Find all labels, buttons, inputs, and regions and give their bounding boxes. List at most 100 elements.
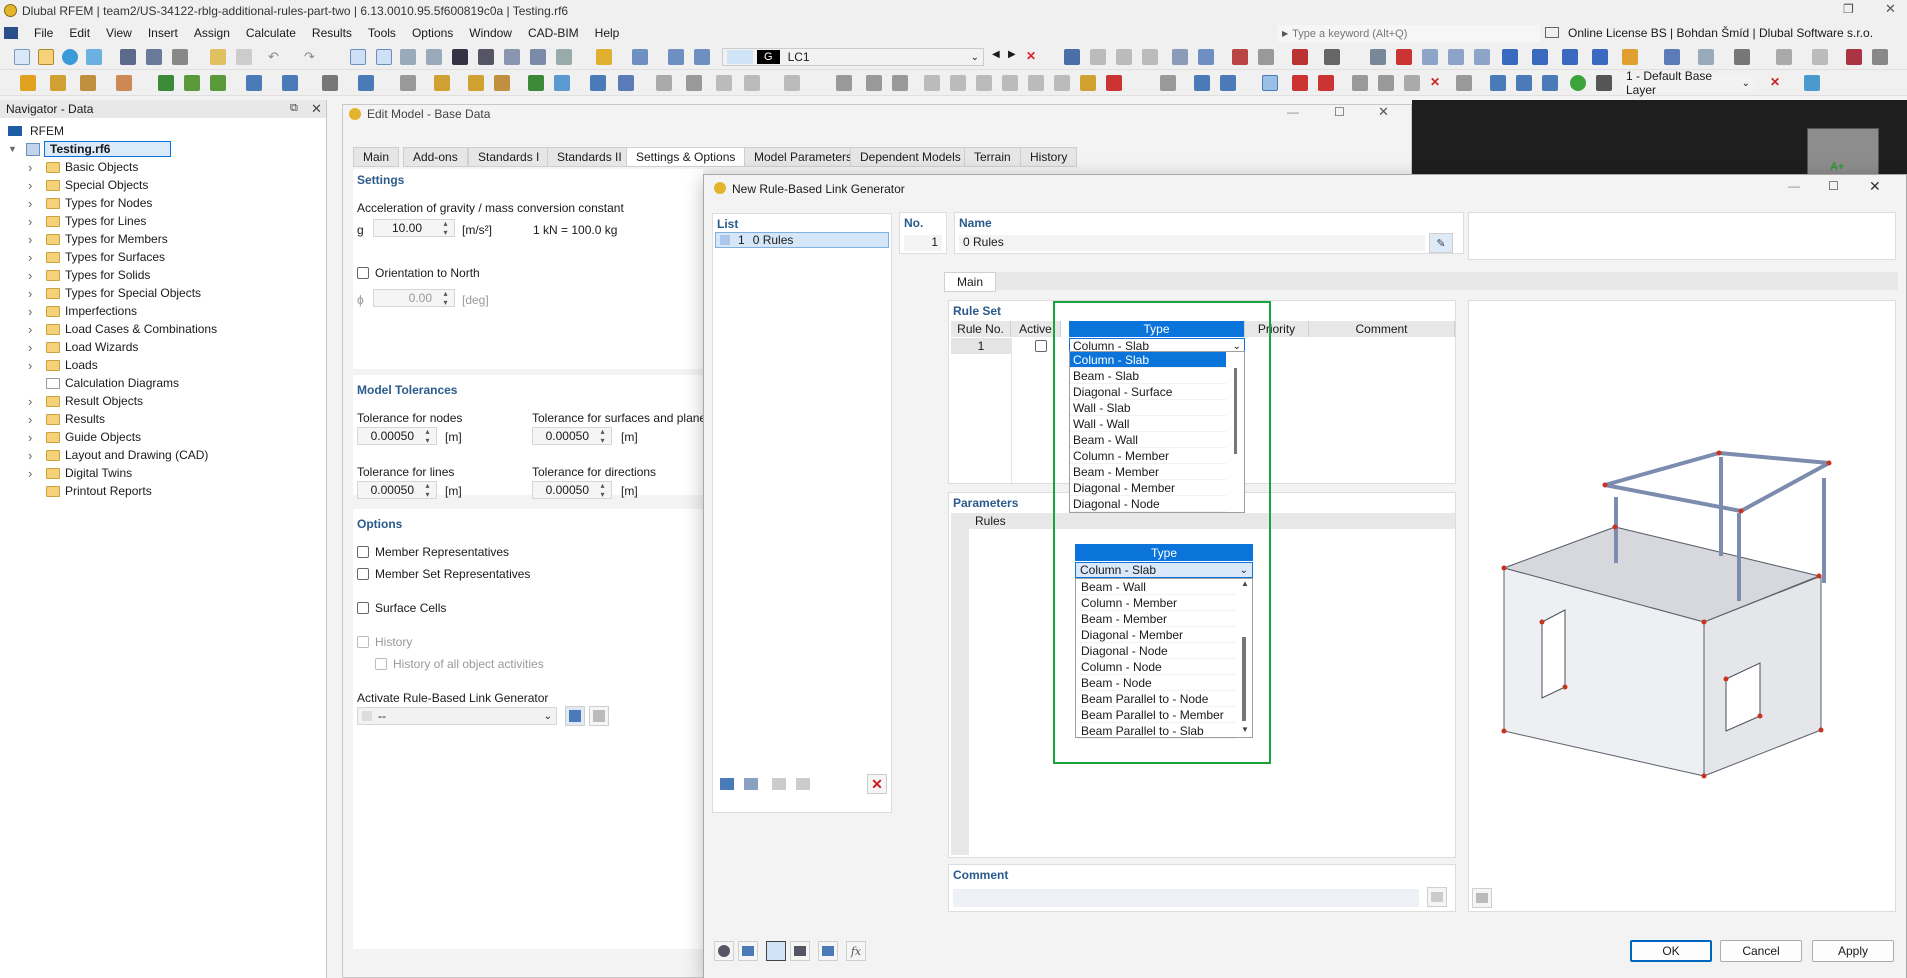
view-cube[interactable]: A+ [1807, 128, 1879, 178]
chevron-right-icon[interactable]: › [28, 322, 38, 337]
menu-cad-bim[interactable]: CAD-BIM [520, 26, 587, 40]
redo-icon[interactable]: ↷ [304, 49, 320, 65]
beam-tool-icon[interactable] [494, 75, 510, 91]
save-icon[interactable] [120, 49, 136, 65]
list-delete-button[interactable]: ✕ [867, 774, 887, 794]
clip-icon[interactable] [1812, 49, 1828, 65]
grid-snap-icon[interactable] [1194, 75, 1210, 91]
delete-tool-icon[interactable]: ✕ [1430, 75, 1446, 91]
layer-pen-icon[interactable] [1804, 75, 1820, 91]
wave-tool-icon[interactable] [784, 75, 800, 91]
rblg-select[interactable]: -- ⌄ [357, 707, 557, 725]
nav-item-18[interactable]: Printout Reports [28, 482, 152, 500]
help-button[interactable] [714, 941, 734, 961]
member-rep-checkbox[interactable] [357, 546, 369, 558]
tol-dirs-input[interactable]: 0.00050 [532, 481, 612, 499]
report-icon[interactable] [210, 49, 226, 65]
stair-tool-icon[interactable] [528, 75, 544, 91]
rule-active-checkbox[interactable] [1035, 340, 1047, 352]
nav-item-5[interactable]: › Types for Surfaces [28, 248, 165, 266]
tab-standards-1[interactable]: Standards I [468, 147, 550, 167]
open-folder-icon[interactable] [38, 49, 54, 65]
chevron-right-icon[interactable]: › [28, 340, 38, 355]
nav-item-3[interactable]: › Types for Lines [28, 212, 146, 230]
formula-button[interactable]: fx [846, 941, 866, 961]
coordinate-icon[interactable] [1378, 75, 1394, 91]
axis-xyz-icon[interactable] [1592, 49, 1608, 65]
cloud-icon[interactable] [62, 49, 78, 65]
nav-item-16[interactable]: › Layout and Drawing (CAD) [28, 446, 208, 464]
chevron-right-icon[interactable]: › [28, 466, 38, 481]
list-sort-button[interactable] [793, 774, 813, 794]
tab-main[interactable]: Main [353, 147, 400, 167]
nav-item-12[interactable]: Calculation Diagrams [28, 374, 179, 392]
table-button[interactable] [790, 941, 810, 961]
menu-tools[interactable]: Tools [360, 26, 404, 40]
nav-item-8[interactable]: › Imperfections [28, 302, 137, 320]
prev-loadcase-icon[interactable]: ◀ [992, 49, 1008, 65]
tab-terrain[interactable]: Terrain [964, 147, 1021, 167]
orientation-checkbox[interactable] [357, 267, 369, 279]
search-box[interactable]: ▶ Type a keyword (Alt+Q) [1278, 25, 1540, 42]
xxx-icon-3[interactable] [1142, 49, 1158, 65]
select-tool-icon[interactable] [618, 75, 634, 91]
comment-edit-button[interactable] [1427, 887, 1447, 907]
magnet-icon[interactable] [1292, 75, 1308, 91]
tree-root-rfem[interactable]: RFEM [8, 122, 64, 140]
script-icon[interactable] [478, 49, 494, 65]
tab-history[interactable]: History [1020, 147, 1078, 167]
no-input[interactable]: 1 [904, 235, 942, 251]
align-tool-icon[interactable] [1028, 75, 1044, 91]
chevron-right-icon[interactable]: › [28, 196, 38, 211]
remove-icon[interactable]: ✕ [1026, 49, 1042, 65]
mirror-tool-icon[interactable] [892, 75, 908, 91]
preview-settings-button[interactable] [1472, 888, 1492, 908]
name-edit-button[interactable]: ✎ [1429, 233, 1453, 253]
surface-tool-icon[interactable] [210, 75, 226, 91]
list-item[interactable]: 1 0 Rules [715, 232, 889, 248]
dialog-maximize-icon[interactable]: ☐ [1828, 179, 1839, 193]
object-snap-icon[interactable] [358, 75, 374, 91]
dialog-minimize-icon[interactable]: — [1788, 179, 1800, 193]
arc-tool-icon[interactable] [686, 75, 702, 91]
ok-button[interactable]: OK [1630, 940, 1712, 962]
wire-icon[interactable] [1698, 49, 1714, 65]
triangle-icon[interactable] [1404, 75, 1420, 91]
console-icon[interactable] [452, 49, 468, 65]
chevron-right-icon[interactable]: › [28, 214, 38, 229]
tab-standards-2[interactable]: Standards II [547, 147, 632, 167]
xxx-icon-1[interactable] [1090, 49, 1106, 65]
curve-tool-icon[interactable] [116, 75, 132, 91]
layer-visible-icon[interactable] [1570, 75, 1586, 91]
tree-file-testing[interactable]: ▼ Testing.rf6 [8, 140, 172, 158]
nav-item-4[interactable]: › Types for Members [28, 230, 168, 248]
chevron-right-icon[interactable]: › [28, 430, 38, 445]
comment-input[interactable] [953, 889, 1419, 907]
tol-lines-input[interactable]: 0.00050 [357, 481, 437, 499]
menu-results[interactable]: Results [304, 26, 360, 40]
units-button[interactable] [738, 941, 758, 961]
ruler-tool-icon[interactable] [716, 75, 732, 91]
save-as-icon[interactable] [146, 49, 162, 65]
menu-calculate[interactable]: Calculate [238, 26, 304, 40]
move-tool-icon[interactable] [924, 75, 940, 91]
axis-x-icon[interactable] [1502, 49, 1518, 65]
dimension-snap-icon[interactable] [1160, 75, 1176, 91]
menu-file[interactable]: File [26, 26, 61, 40]
tol-nodes-input[interactable]: 0.00050 [357, 427, 437, 445]
nav-item-7[interactable]: › Types for Special Objects [28, 284, 201, 302]
list-check-button[interactable] [769, 774, 789, 794]
deform-icon[interactable] [1258, 49, 1274, 65]
layers-icon[interactable] [668, 49, 684, 65]
navigator-toggle-icon[interactable] [350, 49, 366, 65]
data-icon[interactable] [530, 49, 546, 65]
loadcase-selector[interactable]: G LC1 ⌄ [722, 48, 984, 66]
menu-options[interactable]: Options [404, 26, 461, 40]
opening-tool-icon[interactable] [282, 75, 298, 91]
nav-item-17[interactable]: › Digital Twins [28, 464, 132, 482]
layer-stack3-icon[interactable] [1542, 75, 1558, 91]
measure-icon[interactable] [1232, 49, 1248, 65]
menu-assign[interactable]: Assign [186, 26, 238, 40]
rblg-new-button[interactable] [565, 706, 585, 726]
layer-selector[interactable]: 1 - Default Base Layer ⌄ [1622, 69, 1754, 97]
